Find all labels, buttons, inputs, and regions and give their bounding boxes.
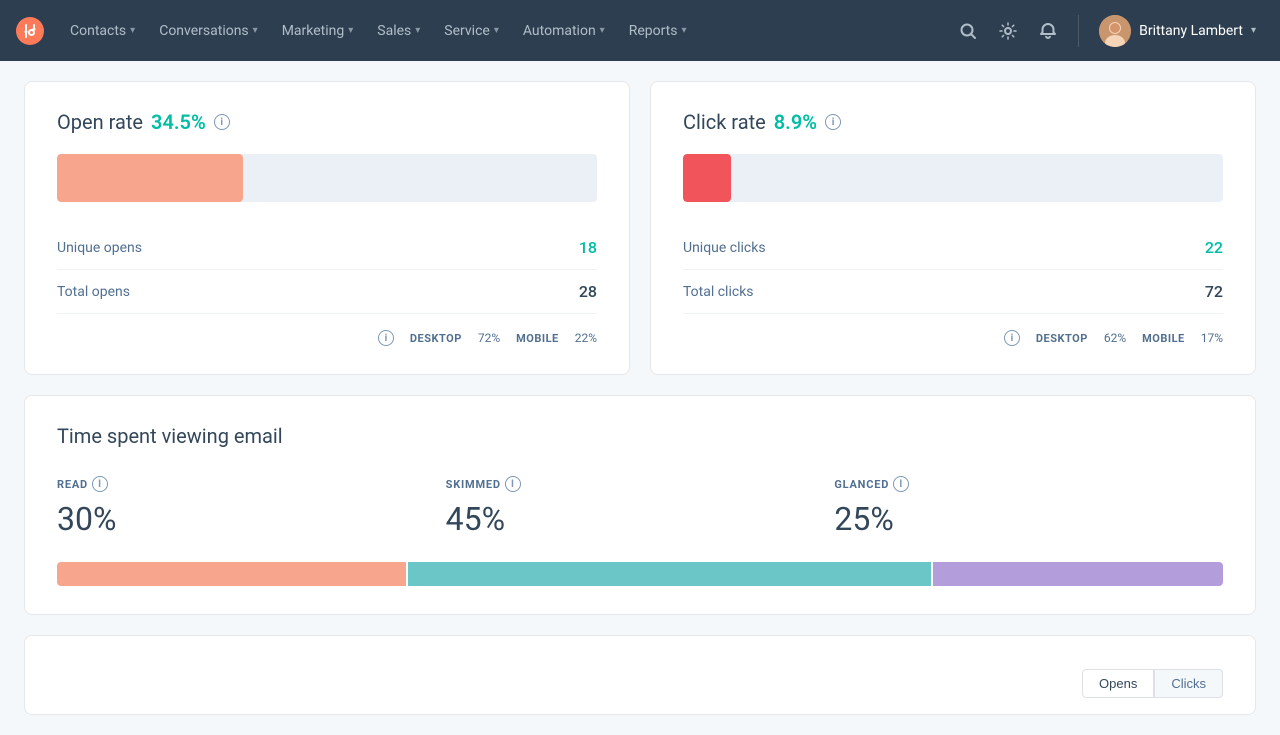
nav-label-sales: Sales [377,23,411,39]
click-device-info-icon[interactable]: i [1004,330,1020,346]
time-metrics: READ i 30% SKIMMED i 45% GLANCED i 25% [57,476,1223,538]
nav-label-automation: Automation [523,23,596,39]
bottom-tab-buttons: Opens Clicks [1082,669,1223,698]
nav-item-service[interactable]: Service ▾ [434,0,509,61]
nav-item-contacts[interactable]: Contacts ▾ [60,0,145,61]
open-rate-label: Open rate [57,110,143,134]
total-opens-value: 28 [579,282,597,301]
click-mobile-label: MOBILE [1142,332,1185,345]
open-rate-title: Open rate 34.5% i [57,110,597,134]
skimmed-metric: SKIMMED i 45% [446,476,835,538]
glanced-metric: GLANCED i 25% [834,476,1223,538]
unique-clicks-row: Unique clicks 22 [683,226,1223,270]
chevron-down-icon: ▾ [253,25,258,36]
hubspot-logo[interactable] [16,17,44,45]
skimmed-label: SKIMMED i [446,476,835,492]
nav-item-conversations[interactable]: Conversations ▾ [149,0,268,61]
click-rate-fill [683,154,731,202]
desktop-label: DESKTOP [410,332,462,345]
total-opens-row: Total opens 28 [57,270,597,314]
mobile-pct: 22% [575,331,597,345]
open-rate-card: Open rate 34.5% i Unique opens 18 Total … [24,81,630,375]
clicks-tab-button[interactable]: Clicks [1154,669,1223,698]
chevron-down-icon: ▾ [682,25,687,36]
user-chevron-icon: ▾ [1251,25,1256,36]
main-content: Open rate 34.5% i Unique opens 18 Total … [0,61,1280,735]
settings-button[interactable] [990,13,1026,49]
chevron-down-icon: ▾ [415,25,420,36]
read-info-icon[interactable]: i [92,476,108,492]
click-rate-progress-bar [683,154,1223,202]
glanced-bar-segment [933,562,1224,586]
click-rate-title: Click rate 8.9% i [683,110,1223,134]
nav-label-marketing: Marketing [282,23,345,39]
username: Brittany Lambert [1139,23,1243,39]
notifications-button[interactable] [1030,13,1066,49]
click-rate-info-icon[interactable]: i [825,114,841,130]
read-value: 30% [57,500,446,538]
chevron-down-icon: ▾ [348,25,353,36]
user-menu[interactable]: Brittany Lambert ▾ [1091,15,1264,47]
read-bar-segment [57,562,406,586]
read-label: READ i [57,476,446,492]
search-button[interactable] [950,13,986,49]
unique-opens-value: 18 [579,238,597,257]
desktop-pct: 72% [478,331,500,345]
chevron-down-icon: ▾ [494,25,499,36]
unique-opens-row: Unique opens 18 [57,226,597,270]
glanced-label: GLANCED i [834,476,1223,492]
click-mobile-pct: 17% [1201,331,1223,345]
avatar [1099,15,1131,47]
nav-icons [950,13,1066,49]
nav-label-conversations: Conversations [159,23,248,39]
time-spent-card: Time spent viewing email READ i 30% SKIM… [24,395,1256,615]
bottom-card: Opens Clicks [24,635,1256,715]
metrics-cards-row: Open rate 34.5% i Unique opens 18 Total … [24,81,1256,375]
open-rate-device-row: i DESKTOP 72% MOBILE 22% [57,330,597,346]
skimmed-value: 45% [446,500,835,538]
total-clicks-label: Total clicks [683,284,754,300]
open-rate-info-icon[interactable]: i [214,114,230,130]
total-clicks-value: 72 [1205,282,1223,301]
glanced-value: 25% [834,500,1223,538]
glanced-info-icon[interactable]: i [893,476,909,492]
click-rate-label: Click rate [683,110,766,134]
chevron-down-icon: ▾ [600,25,605,36]
total-clicks-row: Total clicks 72 [683,270,1223,314]
nav-item-sales[interactable]: Sales ▾ [367,0,430,61]
click-rate-card: Click rate 8.9% i Unique clicks 22 Total… [650,81,1256,375]
click-desktop-label: DESKTOP [1036,332,1088,345]
nav-label-reports: Reports [629,23,678,39]
skimmed-info-icon[interactable]: i [505,476,521,492]
read-metric: READ i 30% [57,476,446,538]
nav-item-marketing[interactable]: Marketing ▾ [272,0,364,61]
open-rate-device-info-icon: i [378,330,394,346]
chevron-down-icon: ▾ [130,25,135,36]
opens-tab-button[interactable]: Opens [1082,669,1154,698]
unique-clicks-label: Unique clicks [683,240,766,256]
click-desktop-pct: 62% [1104,331,1126,345]
mobile-label: MOBILE [516,332,559,345]
open-rate-fill [57,154,243,202]
skimmed-bar-segment [408,562,931,586]
stacked-bar [57,562,1223,586]
time-spent-title: Time spent viewing email [57,424,1223,448]
nav-divider [1078,15,1079,47]
click-rate-device-row: i DESKTOP 62% MOBILE 17% [683,330,1223,346]
nav-item-reports[interactable]: Reports ▾ [619,0,697,61]
nav-label-service: Service [444,23,490,39]
click-rate-value: 8.9% [774,110,817,134]
click-rate-device-info: i [1004,330,1020,346]
navbar: Contacts ▾ Conversations ▾ Marketing ▾ S… [0,0,1280,61]
open-rate-progress-bar [57,154,597,202]
nav-label-contacts: Contacts [70,23,126,39]
unique-opens-label: Unique opens [57,240,142,256]
total-opens-label: Total opens [57,284,130,300]
open-rate-value: 34.5% [151,110,206,134]
device-info-icon[interactable]: i [378,330,394,346]
nav-item-automation[interactable]: Automation ▾ [513,0,615,61]
unique-clicks-value: 22 [1205,238,1223,257]
